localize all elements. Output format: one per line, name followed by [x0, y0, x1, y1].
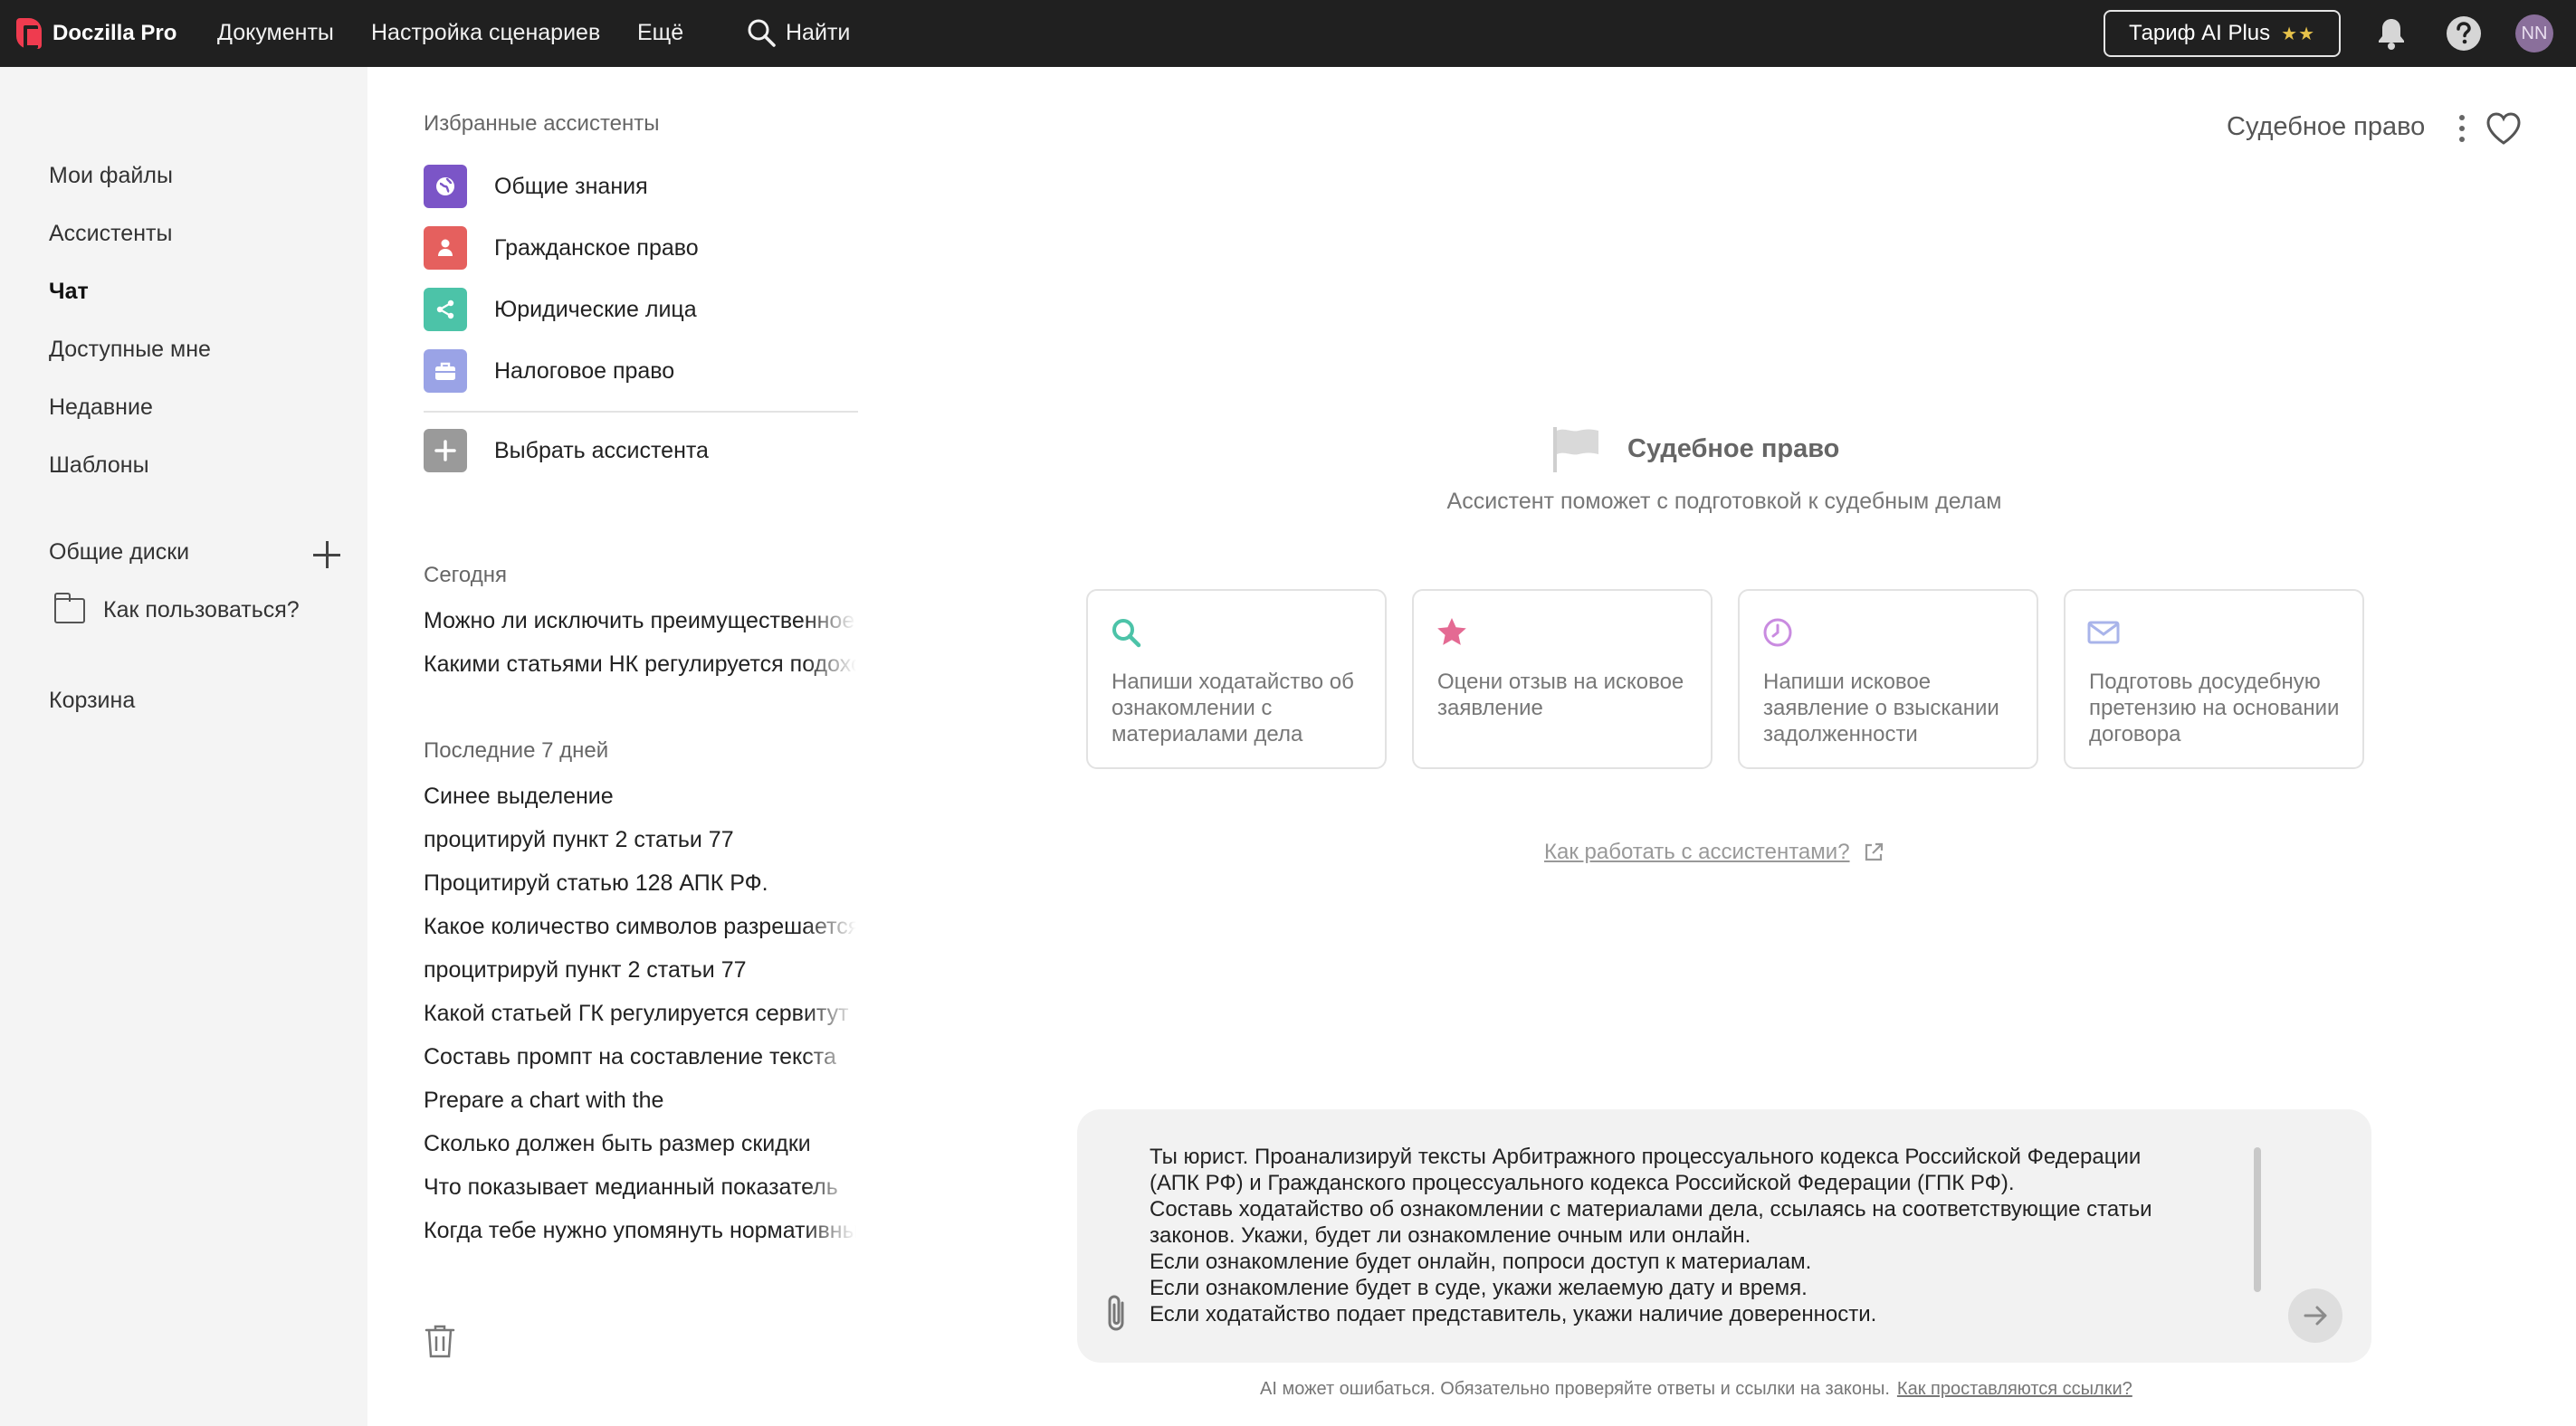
- user-avatar[interactable]: NN: [2515, 14, 2553, 52]
- prompt-card-pretrial[interactable]: Подготовь досудебную претензию на основа…: [2064, 589, 2364, 769]
- chat-history-item[interactable]: Какое количество символов разрешается: [424, 914, 856, 940]
- nav-scenario-settings[interactable]: Настройка сценариев: [371, 20, 600, 46]
- chat-history-item[interactable]: Сколько должен быть размер скидки: [424, 1131, 856, 1157]
- favorite-assistant-tax-law[interactable]: Налоговое право: [424, 349, 674, 393]
- top-bar: Doczilla Pro Документы Настройка сценари…: [0, 0, 2576, 67]
- favorite-label: Общие знания: [494, 173, 648, 199]
- citations-help-link[interactable]: Как проставляются ссылки?: [1897, 1379, 2132, 1399]
- sidebar-item-trash[interactable]: Корзина: [49, 688, 135, 714]
- prompt-card-petition[interactable]: Напиши ходатайство об ознакомлении с мат…: [1086, 589, 1387, 769]
- plus-icon: [424, 429, 467, 472]
- sidebar: Мои файлы Ассистенты Чат Доступные мне Н…: [0, 67, 367, 1426]
- prompt-card-review[interactable]: Оцени отзыв на исковое заявление: [1412, 589, 1713, 769]
- add-shared-disk-plus-icon[interactable]: [311, 539, 342, 570]
- app-name: Doczilla Pro: [52, 21, 177, 45]
- chat-history-item[interactable]: Когда тебе нужно упомянуть нормативный: [424, 1218, 856, 1244]
- folder-icon: [54, 592, 85, 623]
- sidebar-item-recent[interactable]: Недавние: [49, 395, 153, 421]
- favorites-divider: [424, 411, 858, 413]
- chat-history-item[interactable]: Какими статьями НК регулируется подоходн…: [424, 651, 856, 678]
- sidebar-folder-how-to-use[interactable]: Как пользоваться?: [54, 592, 300, 623]
- chat-history-item[interactable]: Что показывает медианный показатель: [424, 1174, 856, 1201]
- chat-history-item[interactable]: процитрируй пункт 2 статьи 77: [424, 957, 856, 984]
- share-icon: [424, 288, 467, 331]
- hero-title: Судебное право: [1627, 434, 1840, 463]
- assistant-title: Судебное право: [2227, 112, 2426, 141]
- flag-icon: [1553, 427, 1598, 472]
- search-label: Найти: [786, 19, 851, 45]
- tariff-stars-icon: ★★: [2281, 24, 2315, 44]
- favorite-assistant-general[interactable]: Общие знания: [424, 165, 648, 208]
- search-icon: [748, 19, 776, 47]
- card-text: Напиши исковое заявление о взыскании зад…: [1763, 670, 1999, 746]
- briefcase-icon: [424, 349, 467, 393]
- external-link-icon: [1865, 842, 1883, 861]
- chat-history-item[interactable]: Составь промпт на составление текста: [424, 1044, 856, 1070]
- ai-disclaimer: AI может ошибаться. Обязательно проверяй…: [1260, 1379, 2132, 1400]
- chat-history-item[interactable]: Можно ли исключить преимущественное: [424, 608, 856, 634]
- sidebar-item-chat[interactable]: Чат: [49, 279, 89, 305]
- tariff-label: Тариф AI Plus: [2129, 21, 2271, 45]
- send-button[interactable]: [2288, 1288, 2342, 1343]
- card-text: Оцени отзыв на исковое заявление: [1437, 670, 1684, 720]
- globe-icon: [424, 165, 467, 208]
- message-input-box[interactable]: Ты юрист. Проанализируй тексты Арбитражн…: [1077, 1109, 2371, 1363]
- trash-icon[interactable]: [424, 1323, 456, 1359]
- mail-icon: [2087, 621, 2120, 644]
- paperclip-icon[interactable]: [1099, 1292, 1135, 1336]
- sidebar-item-shared-with-me[interactable]: Доступные мне: [49, 337, 211, 363]
- notifications-bell-icon[interactable]: [2371, 14, 2411, 53]
- help-icon[interactable]: [2444, 14, 2484, 53]
- chat-history-item[interactable]: Процитируй статью 128 АПК РФ.: [424, 870, 856, 897]
- favorites-heading: Избранные ассистенты: [424, 111, 660, 136]
- sidebar-item-assistants[interactable]: Ассистенты: [49, 221, 172, 247]
- tariff-button[interactable]: Тариф AI Plus ★★: [2104, 10, 2341, 57]
- folder-label: Как пользоваться?: [103, 597, 300, 623]
- last-7-days-heading: Последние 7 дней: [424, 738, 609, 763]
- chat-history-item[interactable]: Prepare a chart with the: [424, 1088, 856, 1114]
- assistants-help-link[interactable]: Как работать с ассистентами?: [1544, 840, 1884, 865]
- person-icon: [424, 226, 467, 270]
- hero-subtitle: Ассистент поможет с подготовкой к судебн…: [1446, 489, 2002, 514]
- favorite-label: Гражданское право: [494, 234, 699, 261]
- doczilla-logo-icon: [16, 18, 42, 49]
- message-input[interactable]: Ты юрист. Проанализируй тексты Арбитражн…: [1150, 1144, 2236, 1327]
- arrow-right-icon: [2304, 1306, 2327, 1326]
- more-options-kebab-icon[interactable]: [2455, 112, 2469, 145]
- chat-history-item[interactable]: Какой статьей ГК регулируется сервитут: [424, 1001, 856, 1027]
- favorite-label: Налоговое право: [494, 357, 675, 384]
- sidebar-shared-disks[interactable]: Общие диски: [49, 539, 189, 566]
- help-link-label: Как работать с ассистентами?: [1544, 840, 1850, 864]
- favorite-heart-icon[interactable]: [2484, 109, 2524, 148]
- favorite-label: Юридические лица: [494, 296, 697, 322]
- nav-documents[interactable]: Документы: [217, 20, 334, 46]
- card-text: Подготовь досудебную претензию на основа…: [2089, 670, 2340, 746]
- favorite-assistant-civil-law[interactable]: Гражданское право: [424, 226, 699, 270]
- disclaimer-text: AI может ошибаться. Обязательно проверяй…: [1260, 1379, 1890, 1399]
- favorite-assistant-legal-entities[interactable]: Юридические лица: [424, 288, 697, 331]
- choose-assistant-label: Выбрать ассистента: [494, 437, 709, 463]
- sidebar-item-my-files[interactable]: Мои файлы: [49, 163, 173, 189]
- clock-icon: [1763, 618, 1792, 647]
- input-scrollbar[interactable]: [2254, 1147, 2261, 1292]
- search-button[interactable]: Найти: [746, 13, 850, 52]
- app-logo[interactable]: Doczilla Pro: [16, 16, 177, 51]
- chat-history-item[interactable]: Синее выделение: [424, 784, 856, 810]
- choose-assistant-button[interactable]: Выбрать ассистента: [424, 429, 709, 472]
- sidebar-item-templates[interactable]: Шаблоны: [49, 452, 149, 479]
- card-text: Напиши ходатайство об ознакомлении с мат…: [1111, 670, 1354, 746]
- chat-history-item[interactable]: процитируй пункт 2 статьи 77: [424, 827, 856, 853]
- prompt-card-claim[interactable]: Напиши исковое заявление о взыскании зад…: [1738, 589, 2038, 769]
- star-icon: [1437, 618, 1466, 645]
- nav-more[interactable]: Ещё: [637, 20, 683, 46]
- search-icon: [1112, 619, 1141, 648]
- today-heading: Сегодня: [424, 563, 507, 587]
